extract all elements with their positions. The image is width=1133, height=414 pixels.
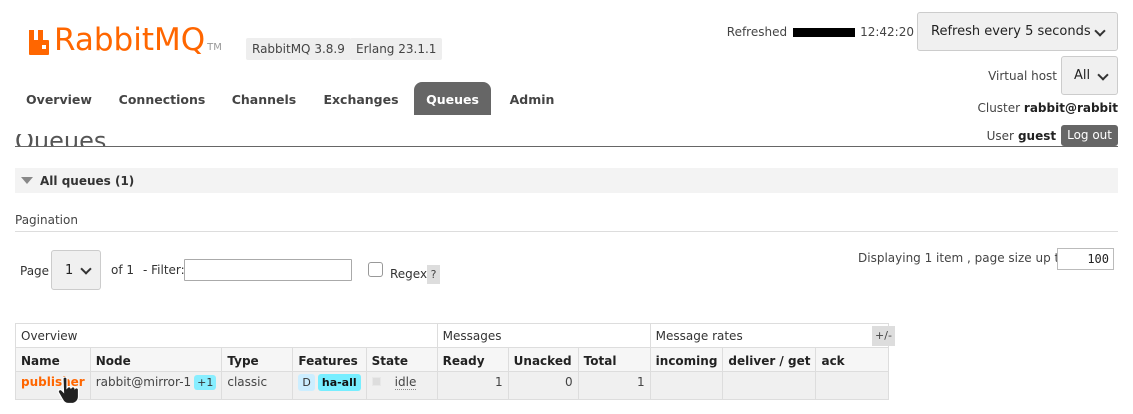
column-header-ack[interactable]: ack (815, 347, 890, 372)
column-header-total[interactable]: Total (577, 347, 651, 372)
messages-total: 1 (637, 375, 645, 389)
logout-button[interactable]: Log out (1061, 125, 1118, 146)
messages-ready: 1 (495, 375, 503, 389)
tab-exchanges[interactable]: Exchanges (317, 82, 405, 115)
filter-label: - Filter: (143, 263, 185, 277)
page-size-input[interactable]: 100 (1057, 248, 1114, 270)
section-label: All queues (1) (40, 173, 135, 188)
column-header-incoming[interactable]: incoming (649, 347, 724, 372)
nav-divider (15, 146, 1118, 147)
queues-table: Overview Messages Message rates Name Nod… (15, 323, 890, 400)
policy-badge[interactable]: ha-all (317, 374, 361, 391)
tab-admin[interactable]: Admin (502, 82, 562, 115)
chevron-down-icon (81, 265, 91, 275)
redacted-date (793, 27, 856, 37)
state-indicator-icon (371, 377, 381, 386)
column-header-node[interactable]: Node (89, 347, 223, 372)
virtual-host-select[interactable]: All (1061, 56, 1118, 95)
rabbitmq-logo-icon (29, 30, 49, 55)
pagination-divider (15, 231, 1118, 232)
tab-overview[interactable]: Overview (20, 82, 98, 115)
user-info: User guest Log out (987, 125, 1118, 146)
group-header-message-rates: Message rates (649, 323, 890, 348)
queue-node: rabbit@mirror-1 (95, 375, 192, 389)
tab-connections[interactable]: Connections (113, 82, 211, 115)
queue-state: idle (394, 375, 417, 390)
group-header-messages: Messages (436, 323, 651, 348)
page-count: of 1 (111, 263, 135, 277)
column-header-name[interactable]: Name (15, 347, 91, 372)
refreshed-status: Refreshed 12:42:20 (726, 25, 914, 39)
page-select[interactable]: 1 (51, 250, 101, 290)
filter-input[interactable] (184, 259, 352, 281)
column-header-deliver-get[interactable]: deliver / get (722, 347, 817, 372)
version-badge: RabbitMQ 3.8.9 (246, 38, 351, 60)
hand-cursor-icon (57, 377, 79, 405)
tab-queues[interactable]: Queues (414, 82, 491, 115)
regex-help-button[interactable]: ? (427, 265, 440, 284)
column-header-type[interactable]: Type (221, 347, 294, 372)
column-header-features[interactable]: Features (292, 347, 367, 372)
regex-checkbox[interactable] (368, 262, 383, 277)
erlang-badge: Erlang 23.1.1 (350, 38, 443, 60)
pagination-label: Pagination (15, 213, 78, 227)
regex-label: Regex (390, 267, 428, 281)
mirror-count-badge: +1 (194, 375, 217, 390)
chevron-down-icon (1095, 27, 1105, 37)
tab-channels[interactable]: Channels (226, 82, 302, 115)
queue-type: classic (227, 375, 268, 389)
column-header-ready[interactable]: Ready (436, 347, 509, 372)
page-label: Page (20, 264, 50, 278)
cluster-info: Cluster rabbit@rabbit (977, 101, 1118, 115)
all-queues-section-toggle[interactable]: All queues (1) (15, 168, 1118, 193)
messages-unacked: 0 (565, 375, 573, 389)
collapse-triangle-icon (21, 177, 33, 184)
column-header-state[interactable]: State (365, 347, 438, 372)
rabbitmq-logo: RabbitMQ TM (27, 22, 222, 56)
displaying-count: Displaying 1 item , page size up to: (858, 251, 1071, 265)
refresh-interval-select[interactable]: Refresh every 5 seconds (917, 12, 1118, 51)
chevron-down-icon (1098, 71, 1108, 81)
group-header-overview: Overview (15, 323, 438, 348)
column-header-unacked[interactable]: Unacked (507, 347, 579, 372)
virtual-host-label: Virtual host (988, 69, 1057, 83)
feature-durable-badge: D (298, 374, 315, 391)
toggle-columns-button[interactable]: +/- (872, 326, 895, 346)
table-row: publisher rabbit@mirror-1 +1 classic Dha-… (15, 371, 890, 400)
